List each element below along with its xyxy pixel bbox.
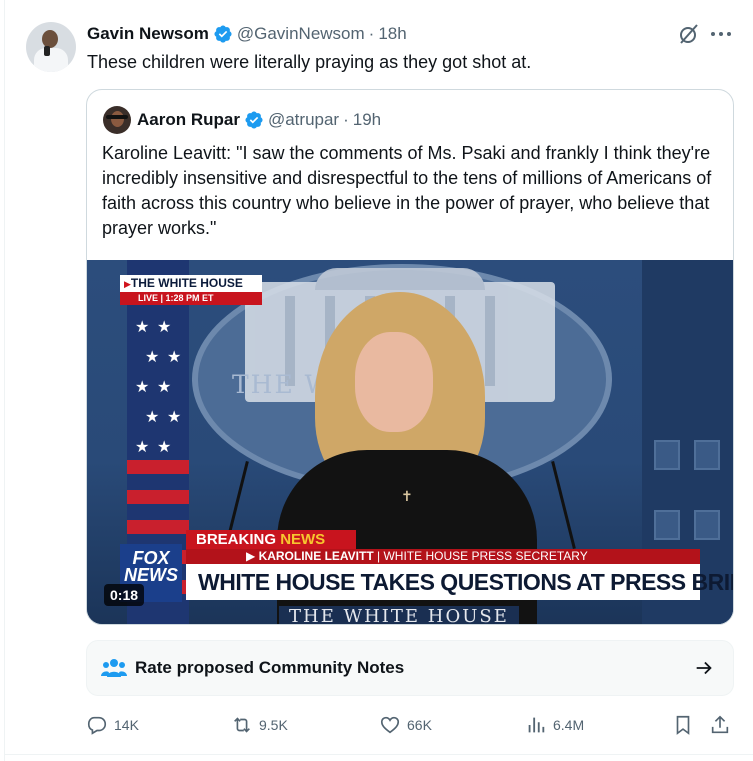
quote-header-separator: · (343, 110, 349, 129)
community-notes-label: Rate proposed Community Notes (135, 658, 405, 677)
flag-star: ★ (135, 439, 150, 456)
bug-title-row: ▶THE WHITE HOUSE (120, 275, 262, 292)
video-duration: 0:18 (104, 584, 145, 606)
action-bar: 14K 9.5K 66K 6.4M (86, 710, 736, 740)
quote-avatar-face (111, 111, 124, 127)
avatar-figure-body (34, 48, 68, 72)
avatar-microphone (44, 46, 50, 56)
flag-stripe (127, 460, 189, 474)
strap-triangle-icon: ▶ (246, 549, 259, 563)
breaking-label: BREAKING (196, 531, 277, 548)
views-icon (528, 717, 545, 733)
like-count: 66K (407, 717, 432, 733)
arrow-right-icon (696, 661, 712, 675)
header-separator: · (368, 24, 375, 43)
repost-count: 9.5K (259, 717, 288, 733)
flag-star: ★ (157, 439, 172, 456)
quote-author-handle[interactable]: @atrupar (268, 110, 339, 130)
tweet-header: Gavin Newsom @GavinNewsom · 18h (87, 23, 407, 45)
quote-author-avatar[interactable] (103, 106, 131, 134)
flag-star: ★ (135, 319, 150, 336)
flag-star: ★ (157, 379, 172, 396)
quoted-tweet[interactable]: Aaron Rupar @atrupar · 19h Karoline Leav… (86, 89, 734, 625)
bookmark-icon (676, 715, 690, 735)
verified-icon (214, 25, 232, 43)
repost-icon (234, 717, 250, 733)
grok-icon[interactable] (677, 22, 701, 46)
flag-star: ★ (157, 319, 172, 336)
breaking-news-word: NEWS (280, 531, 326, 548)
more-dot (719, 32, 723, 36)
more-dot (727, 32, 731, 36)
house-roof (315, 268, 485, 290)
necklace-cross: ✝ (401, 488, 413, 504)
quote-header: Aaron Rupar @atrupar · 19h (137, 108, 381, 132)
flag-star: ★ (145, 349, 160, 366)
bug-live: LIVE | 1:28 PM ET (120, 292, 262, 305)
quote-avatar-glasses (106, 115, 128, 119)
tweet-time[interactable]: 18h (378, 24, 406, 44)
bug-triangle-icon: ▶ (124, 279, 131, 289)
verified-icon (245, 111, 263, 129)
tweet-text: These children were literally praying as… (87, 52, 532, 72)
strap-title: | WHITE HOUSE PRESS SECRETARY (377, 549, 588, 563)
panel-window (694, 510, 720, 540)
repost-button[interactable]: 9.5K (231, 710, 288, 740)
panel-window (654, 510, 680, 540)
tweet[interactable]: Gavin Newsom @GavinNewsom · 18h These ch… (0, 0, 753, 761)
flag-star: ★ (135, 379, 150, 396)
author-name[interactable]: Gavin Newsom (87, 24, 209, 44)
quote-author-name[interactable]: Aaron Rupar (137, 110, 240, 130)
flag-star: ★ (167, 409, 182, 426)
strap-name: KAROLINE LEAVITT (258, 549, 374, 563)
community-notes-button[interactable]: Rate proposed Community Notes (86, 640, 734, 696)
bookmark-button[interactable] (672, 710, 694, 740)
like-button[interactable]: 66K (379, 710, 432, 740)
divider-bottom (4, 754, 753, 755)
views-button[interactable]: 6.4M (525, 710, 584, 740)
more-dot (711, 32, 715, 36)
community-notes-icon (101, 659, 127, 677)
quote-time[interactable]: 19h (353, 110, 381, 130)
share-icon (711, 715, 729, 734)
flag-star: ★ (145, 409, 160, 426)
share-button[interactable] (709, 710, 731, 740)
name-strap: ▶ KAROLINE LEAVITT | WHITE HOUSE PRESS S… (186, 549, 700, 564)
flag-stripe (127, 520, 189, 534)
flag-stripe (127, 490, 189, 504)
video-player[interactable]: THE WH USE ★ ★ ★ ★ ★ ★ ★ ★ (87, 260, 733, 624)
views-count: 6.4M (553, 717, 585, 733)
speaker-face (355, 332, 433, 432)
podium-text: THE WHITE HOUSE (279, 606, 519, 624)
reply-count: 14K (114, 717, 139, 733)
flag-star: ★ (167, 349, 182, 366)
chyron-headline: WHITE HOUSE TAKES QUESTIONS AT PRESS BRI… (186, 564, 733, 600)
divider-left (4, 0, 5, 761)
panel-window (694, 440, 720, 470)
panel-window (654, 440, 680, 470)
breaking-news-banner: BREAKING NEWS (186, 530, 356, 550)
house-column (485, 296, 495, 386)
network-bug: ▶THE WHITE HOUSE LIVE | 1:28 PM ET (120, 275, 262, 305)
author-avatar[interactable] (26, 22, 76, 72)
bug-title: THE WHITE HOUSE (130, 276, 243, 290)
more-icon[interactable] (711, 28, 731, 40)
reply-button[interactable]: 14K (86, 710, 139, 740)
like-icon (380, 716, 400, 734)
reply-icon (87, 716, 107, 735)
author-handle[interactable]: @GavinNewsom (237, 24, 365, 44)
quote-text: Karoline Leavitt: "I saw the comments of… (102, 143, 712, 238)
